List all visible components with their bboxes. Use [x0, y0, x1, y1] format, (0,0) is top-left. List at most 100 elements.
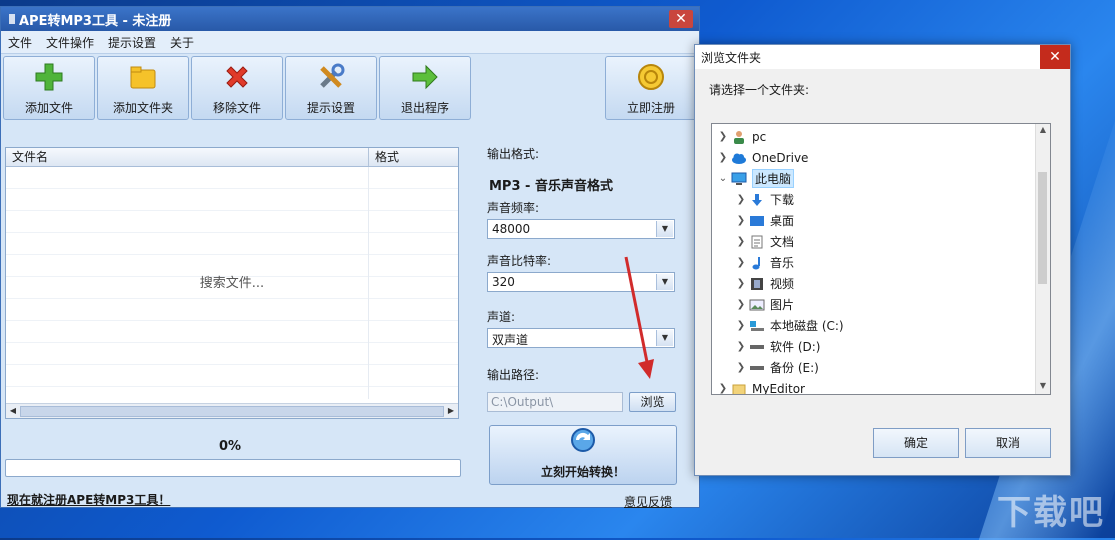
- add-file-label: 添加文件: [24, 101, 73, 115]
- tree-node-onedrive[interactable]: ❯ OneDrive: [716, 147, 809, 168]
- prompt-settings-button[interactable]: 提示设置: [285, 56, 377, 120]
- register-now-button[interactable]: 立即注册: [605, 56, 697, 120]
- dialog-prompt: 请选择一个文件夹:: [709, 83, 810, 97]
- progress-bar: [5, 459, 461, 477]
- remove-file-label: 移除文件: [212, 101, 261, 115]
- scroll-left-icon[interactable]: ◀: [7, 405, 19, 417]
- menu-item-file[interactable]: 文件: [1, 34, 39, 51]
- register-link[interactable]: 现在就注册APE转MP3工具！: [7, 491, 170, 508]
- cancel-button[interactable]: 取消: [965, 428, 1051, 458]
- coin-icon: [635, 61, 667, 93]
- add-folder-button[interactable]: 添加文件夹: [97, 56, 189, 120]
- add-file-button[interactable]: 添加文件: [3, 56, 95, 120]
- tools-icon: [315, 61, 347, 93]
- drive-icon: [748, 339, 766, 355]
- close-icon: ✕: [675, 11, 687, 27]
- menu-item-file-ops[interactable]: 文件操作: [39, 34, 101, 51]
- tree-node-pc[interactable]: ❯ pc: [716, 126, 766, 147]
- start-convert-button[interactable]: 立刻开始转换！: [489, 425, 677, 485]
- tree-node-this-pc[interactable]: ⌄ 此电脑: [716, 168, 795, 189]
- chevron-right-icon[interactable]: ❯: [734, 341, 748, 352]
- toolbar: 添加文件 添加文件夹 移除文件 提示设置 退出程序 立即注册: [1, 54, 699, 124]
- menu-item-prompt-settings[interactable]: 提示设置: [101, 34, 163, 51]
- chevron-right-icon[interactable]: ❯: [734, 278, 748, 289]
- frequency-value: 48000: [492, 222, 531, 236]
- folder-icon: [730, 381, 748, 394]
- app-icon: [9, 14, 15, 24]
- add-folder-label: 添加文件夹: [112, 101, 173, 115]
- chevron-right-icon[interactable]: ❯: [734, 362, 748, 373]
- exit-arrow-icon: [409, 61, 441, 93]
- tree-vertical-scrollbar[interactable]: ▲ ▼: [1035, 124, 1050, 394]
- output-format-value: MP3 - 音乐声音格式: [489, 179, 613, 194]
- tree-node-drive-e[interactable]: ❯ 备份 (E:): [734, 357, 819, 378]
- exit-program-label: 退出程序: [400, 101, 449, 115]
- progress-percent: 0%: [219, 439, 242, 454]
- tree-node-drive-d[interactable]: ❯ 软件 (D:): [734, 336, 821, 357]
- scroll-right-icon[interactable]: ▶: [445, 405, 457, 417]
- start-convert-label: 立刻开始转换！: [540, 465, 625, 479]
- user-icon: [730, 129, 748, 145]
- bitrate-value: 320: [492, 275, 515, 289]
- remove-file-button[interactable]: 移除文件: [191, 56, 283, 120]
- main-titlebar[interactable]: APE转MP3工具 - 未注册 ✕: [1, 7, 699, 31]
- main-close-button[interactable]: ✕: [669, 10, 693, 28]
- tree-node-drive-c[interactable]: ❯ 本地磁盘 (C:): [734, 315, 844, 336]
- remove-icon: [221, 61, 253, 93]
- scroll-down-icon[interactable]: ▼: [1036, 381, 1050, 393]
- close-icon: ✕: [1049, 49, 1061, 65]
- channel-label: 声道:: [487, 310, 516, 324]
- output-path-label: 输出路径:: [487, 368, 540, 382]
- chevron-down-icon[interactable]: ⌄: [716, 173, 730, 184]
- chevron-right-icon[interactable]: ❯: [716, 383, 730, 394]
- file-list-header: 文件名 格式: [6, 148, 458, 167]
- cloud-icon: [730, 150, 748, 166]
- column-format[interactable]: 格式: [369, 148, 455, 166]
- tree-node-desktop[interactable]: ❯ 桌面: [734, 210, 794, 231]
- chevron-right-icon[interactable]: ❯: [734, 215, 748, 226]
- scroll-thumb[interactable]: [20, 406, 444, 417]
- browse-folder-dialog: 浏览文件夹 ✕ 请选择一个文件夹: ❯ pc ❯ OneDrive ⌄ 此电脑 …: [694, 44, 1071, 476]
- register-now-label: 立即注册: [626, 101, 675, 115]
- chevron-right-icon[interactable]: ❯: [734, 257, 748, 268]
- folder-icon: [127, 61, 159, 93]
- chevron-right-icon[interactable]: ❯: [716, 131, 730, 142]
- folder-tree[interactable]: ❯ pc ❯ OneDrive ⌄ 此电脑 ❯ 下载 ❯ 桌面 ❯ 文档 ❯ 音…: [711, 123, 1051, 395]
- computer-icon: [730, 171, 748, 187]
- browse-button[interactable]: 浏览: [629, 392, 676, 412]
- scroll-up-icon[interactable]: ▲: [1036, 125, 1050, 137]
- drive-c-icon: [748, 318, 766, 334]
- video-icon: [748, 276, 766, 292]
- main-window: APE转MP3工具 - 未注册 ✕ 文件 文件操作 提示设置 关于 添加文件 添…: [0, 6, 700, 510]
- ok-button[interactable]: 确定: [873, 428, 959, 458]
- watermark-text: 下载吧: [997, 493, 1105, 533]
- frequency-select[interactable]: 48000 ▼: [487, 219, 675, 239]
- tree-node-pictures[interactable]: ❯ 图片: [734, 294, 794, 315]
- output-path-input[interactable]: [487, 392, 623, 412]
- dialog-titlebar[interactable]: 浏览文件夹 ✕: [695, 45, 1070, 69]
- exit-program-button[interactable]: 退出程序: [379, 56, 471, 120]
- horizontal-scrollbar[interactable]: ◀ ▶: [6, 403, 458, 418]
- chevron-right-icon[interactable]: ❯: [734, 299, 748, 310]
- tree-node-downloads[interactable]: ❯ 下载: [734, 189, 794, 210]
- tree-node-music[interactable]: ❯ 音乐: [734, 252, 794, 273]
- chevron-right-icon[interactable]: ❯: [716, 152, 730, 163]
- tree-node-videos[interactable]: ❯ 视频: [734, 273, 794, 294]
- music-icon: [748, 255, 766, 271]
- dialog-close-button[interactable]: ✕: [1040, 45, 1070, 69]
- download-icon: [748, 192, 766, 208]
- chevron-down-icon[interactable]: ▼: [656, 221, 673, 237]
- file-list[interactable]: 文件名 格式 搜索文件... ◀ ▶: [5, 147, 459, 419]
- bitrate-label: 声音比特率:: [487, 254, 552, 268]
- column-filename[interactable]: 文件名: [6, 148, 369, 166]
- chevron-right-icon[interactable]: ❯: [734, 236, 748, 247]
- menu-item-about[interactable]: 关于: [163, 34, 201, 51]
- tree-scroll-thumb[interactable]: [1038, 172, 1047, 284]
- chevron-right-icon[interactable]: ❯: [734, 194, 748, 205]
- document-icon: [748, 234, 766, 250]
- chevron-right-icon[interactable]: ❯: [734, 320, 748, 331]
- tree-node-myeditor[interactable]: ❯ MyEditor: [716, 378, 805, 394]
- tree-node-documents[interactable]: ❯ 文档: [734, 231, 794, 252]
- feedback-link[interactable]: 意见反馈: [624, 493, 672, 510]
- prompt-settings-label: 提示设置: [306, 101, 355, 115]
